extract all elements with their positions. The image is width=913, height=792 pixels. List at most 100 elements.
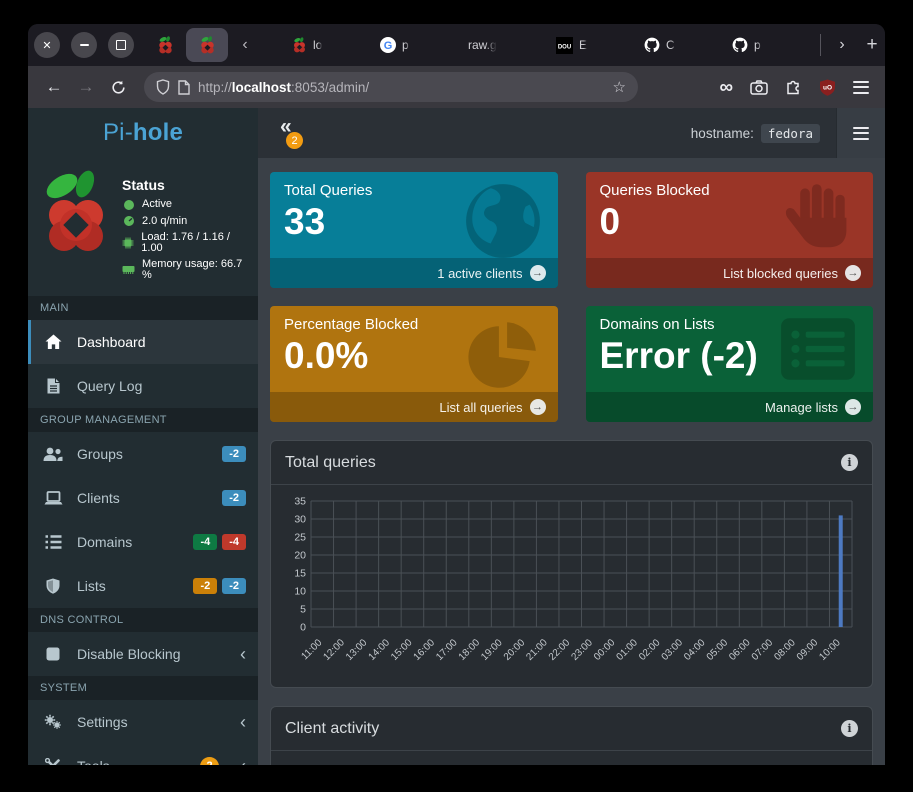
screenshot-camera-icon[interactable] <box>750 80 768 95</box>
sidebar-item-settings[interactable]: Settings ‹ <box>28 700 258 744</box>
sidebar-item-domains[interactable]: Domains -4 -4 <box>28 520 258 564</box>
svg-text:12:00: 12:00 <box>321 637 347 663</box>
svg-text:07:00: 07:00 <box>750 637 776 663</box>
info-icon[interactable]: i <box>841 720 858 737</box>
sidebar-item-label: Query Log <box>77 378 142 394</box>
tab-label: lo <box>313 38 322 52</box>
tab-dou[interactable]: DOU E <box>550 24 638 66</box>
navbar-menu-button[interactable] <box>836 108 885 158</box>
svg-text:5: 5 <box>300 604 306 616</box>
lists-count-badge: -2 <box>222 578 246 594</box>
card-footer-link[interactable]: 1 active clients → <box>270 258 558 288</box>
ublock-origin-icon[interactable]: uO <box>819 79 836 96</box>
list-alt-icon <box>777 314 859 384</box>
tab-pihole-secondary[interactable]: lo <box>286 24 374 66</box>
reload-icon[interactable] <box>104 73 132 101</box>
stat-cards: Total Queries 33 1 active clients → Quer… <box>270 172 873 422</box>
svg-text:30: 30 <box>294 514 306 526</box>
sidebar-item-label: Dashboard <box>77 334 146 350</box>
memory-icon <box>122 265 135 275</box>
tab-scroll-right-icon[interactable]: › <box>827 36 857 54</box>
url-text[interactable]: http://localhost:8053/admin/ <box>198 80 369 95</box>
svg-text:08:00: 08:00 <box>772 637 798 663</box>
tracking-shield-icon[interactable] <box>156 79 170 95</box>
brand-area[interactable]: Pi-hole <box>28 108 258 158</box>
total-queries-chart: 0510152025303511:0012:0013:0014:0015:001… <box>279 493 862 685</box>
laptop-icon <box>42 491 64 506</box>
pihole-favicon <box>157 36 174 54</box>
sidebar-item-query-log[interactable]: Query Log <box>28 364 258 408</box>
tab-github-1[interactable]: C <box>638 24 726 66</box>
account-containers-icon[interactable]: ∞ <box>719 78 733 97</box>
window-controls: ✕ <box>28 32 148 58</box>
hamburger-icon <box>853 127 869 140</box>
pihole-raspberry-logo <box>40 170 112 286</box>
card-domains-on-lists: Domains on Lists Error (-2) Manage lists… <box>586 306 874 422</box>
sidebar-item-lists[interactable]: Lists -2 -2 <box>28 564 258 608</box>
info-icon[interactable]: i <box>841 454 858 471</box>
tab-label: raw.g <box>468 38 497 52</box>
sidebar-item-label: Domains <box>77 534 132 550</box>
pihole-favicon <box>199 36 216 54</box>
gears-icon <box>42 714 64 730</box>
browser-toolbar: ← → http://localhost:8053/admin/ ☆ ∞ uO <box>28 66 885 108</box>
browser-menu-icon[interactable] <box>853 81 869 94</box>
window-minimize-button[interactable] <box>71 32 97 58</box>
tab-google[interactable]: G p <box>374 24 462 66</box>
window-maximize-button[interactable] <box>108 32 134 58</box>
groups-badge: -2 <box>222 446 246 462</box>
card-footer-link[interactable]: List all queries → <box>270 392 558 422</box>
tab-raw[interactable]: raw.g <box>462 24 550 66</box>
url-bar[interactable]: http://localhost:8053/admin/ ☆ <box>144 72 638 102</box>
sidebar-collapse-toggle[interactable]: « 2 <box>280 116 310 150</box>
back-icon[interactable]: ← <box>40 73 68 101</box>
sidebar-item-tools[interactable]: Tools 2 ‹ <box>28 744 258 765</box>
main-content: Total Queries 33 1 active clients → Quer… <box>258 158 885 765</box>
tab-pinned-pihole[interactable] <box>148 24 182 66</box>
github-favicon <box>732 37 748 53</box>
sidebar-item-label: Clients <box>77 490 120 506</box>
sidebar-item-clients[interactable]: Clients -2 <box>28 476 258 520</box>
tab-github-2[interactable]: p <box>726 24 814 66</box>
domains-allowed-badge: -4 <box>193 534 217 550</box>
svg-text:15: 15 <box>294 568 306 580</box>
sidebar-item-groups[interactable]: Groups -2 <box>28 432 258 476</box>
svg-text:15:00: 15:00 <box>389 637 415 663</box>
sidebar-item-disable-blocking[interactable]: Disable Blocking ‹ <box>28 632 258 676</box>
svg-text:23:00: 23:00 <box>569 637 595 663</box>
cpu-chip-icon <box>122 237 134 249</box>
forward-icon[interactable]: → <box>72 73 100 101</box>
window-close-button[interactable]: ✕ <box>34 32 60 58</box>
tab-active-pihole[interactable] <box>186 28 228 62</box>
extensions-puzzle-icon[interactable] <box>785 79 802 96</box>
browser-window: ✕ ‹ lo <box>28 24 885 765</box>
card-total-queries: Total Queries 33 1 active clients → <box>270 172 558 288</box>
hostname-display: hostname: fedora <box>691 124 836 143</box>
arrow-circle-right-icon: → <box>845 399 861 415</box>
svg-text:03:00: 03:00 <box>660 637 686 663</box>
card-queries-blocked: Queries Blocked 0 List blocked queries → <box>586 172 874 288</box>
bookmark-star-icon[interactable]: ☆ <box>613 78 626 96</box>
status-rate-label: 2.0 q/min <box>142 216 187 227</box>
pie-chart-icon <box>462 314 544 396</box>
card-footer-link[interactable]: Manage lists → <box>586 392 874 422</box>
sidebar-item-label: Lists <box>77 578 106 594</box>
tab-scroll-left-icon[interactable]: ‹ <box>232 36 258 54</box>
chevron-left-icon: ‹ <box>240 713 246 731</box>
page-info-icon[interactable] <box>178 80 190 95</box>
sidebar-item-label: Disable Blocking <box>77 646 181 662</box>
sidebar-item-label: Tools <box>77 758 110 765</box>
tools-icon <box>42 758 64 765</box>
new-tab-button[interactable]: + <box>857 34 885 56</box>
arrow-circle-right-icon: → <box>845 265 861 281</box>
svg-text:11:00: 11:00 <box>299 637 324 662</box>
card-percentage-blocked: Percentage Blocked 0.0% List all queries… <box>270 306 558 422</box>
svg-text:02:00: 02:00 <box>637 637 663 663</box>
status-title: Status <box>122 178 248 192</box>
svg-text:13:00: 13:00 <box>344 637 370 663</box>
users-icon <box>42 447 64 462</box>
pihole-favicon <box>292 37 307 53</box>
sidebar-item-dashboard[interactable]: Dashboard <box>28 320 258 364</box>
toolbar-extensions: ∞ uO <box>719 78 873 97</box>
card-footer-link[interactable]: List blocked queries → <box>586 258 874 288</box>
